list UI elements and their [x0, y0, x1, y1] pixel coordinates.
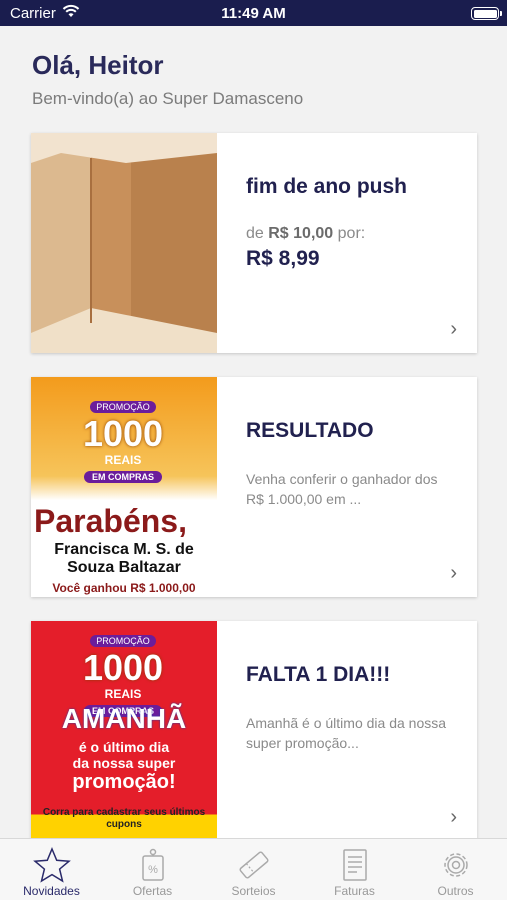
tab-novidades[interactable]: Novidades: [1, 839, 102, 900]
headline: Parabéns,: [34, 503, 187, 539]
new-price: R$ 8,99: [246, 247, 320, 270]
price-prefix: de: [246, 225, 264, 242]
price-suffix: por:: [337, 225, 366, 242]
greeting-title: Olá, Heitor: [32, 50, 164, 80]
headline: AMANHÃ: [61, 703, 187, 734]
old-price-line: de R$ 10,00 por:: [246, 225, 457, 243]
invoice-icon: [342, 849, 367, 881]
tab-label: Sorteios: [231, 884, 276, 898]
promo-result-image: PROMOÇÃO 1000 REAIS EM COMPRAS Parabéns,…: [31, 377, 217, 597]
tab-bar: Novidades % Ofertas Sorteios Faturas Out…: [0, 838, 507, 900]
promo-line-1: é o último dia: [78, 739, 170, 755]
gear-icon: [443, 853, 468, 877]
greeting-header: Olá, Heitor Bem-vindo(a) ao Super Damasc…: [32, 50, 303, 109]
tab-ofertas[interactable]: % Ofertas: [102, 839, 203, 900]
tab-label: Novidades: [23, 884, 80, 898]
battery-icon: [471, 7, 502, 20]
promo-badge: PROMOÇÃO 1000 REAIS EM COMPRAS: [82, 401, 164, 483]
offer-card[interactable]: fim de ano push de R$ 10,00 por: R$ 8,99…: [31, 133, 477, 353]
card-title: RESULTADO: [246, 419, 374, 442]
offer-tag-icon: %: [141, 848, 164, 881]
card-title: FALTA 1 DIA!!!: [246, 663, 391, 686]
svg-text:%: %: [148, 864, 158, 876]
promo-cta: Corra para cadastrar seus últimos cupons: [42, 807, 206, 830]
promo-line-2: da nossa super: [72, 755, 176, 771]
clock: 11:49 AM: [221, 5, 286, 22]
ticket-icon: [238, 851, 269, 879]
chevron-right-icon: ›: [450, 806, 457, 828]
tab-label: Faturas: [334, 884, 375, 898]
old-price: R$ 10,00: [268, 225, 334, 242]
winner-name: Francisca M. S. de Souza Baltazar: [54, 541, 194, 576]
promo-line-3: promoção!: [72, 771, 176, 793]
status-bar: Carrier 11:49 AM: [0, 0, 507, 26]
tab-faturas[interactable]: Faturas: [304, 839, 405, 900]
welcome-subtitle: Bem-vindo(a) ao Super Damasceno: [32, 89, 304, 108]
tab-sorteios[interactable]: Sorteios: [203, 839, 304, 900]
won-line: Você ganhou R$ 1.000,00: [52, 581, 196, 595]
card-description: Venha conferir o ganhador dos R$ 1.000,0…: [246, 471, 438, 507]
promo-last-day-image: PROMOÇÃO 1000 REAIS EM COMPRAS AMANHÃ é …: [31, 621, 217, 841]
star-icon: [32, 847, 71, 883]
chevron-right-icon: ›: [450, 318, 457, 340]
news-card-last-day[interactable]: PROMOÇÃO 1000 REAIS EM COMPRAS AMANHÃ é …: [31, 621, 477, 841]
card-title: fim de ano push: [246, 175, 408, 198]
tab-label: Outros: [437, 884, 474, 898]
tab-label: Ofertas: [132, 884, 173, 898]
tab-outros[interactable]: Outros: [405, 839, 506, 900]
card-description: Amanhã é o último dia da nossa super pro…: [246, 715, 447, 751]
box-image: [31, 133, 217, 353]
news-card-result[interactable]: PROMOÇÃO 1000 REAIS EM COMPRAS Parabéns,…: [31, 377, 477, 597]
chevron-right-icon: ›: [450, 562, 457, 584]
